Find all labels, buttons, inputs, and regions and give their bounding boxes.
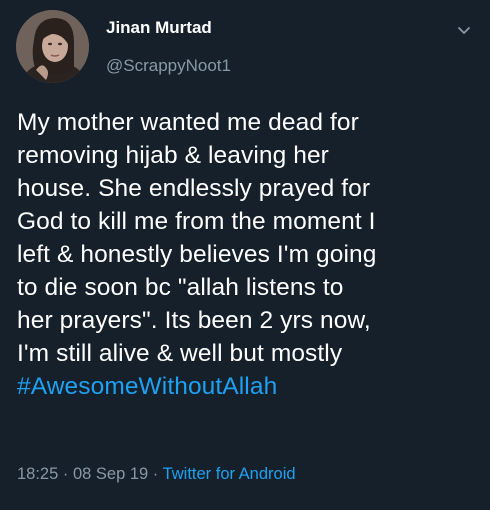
avatar-image xyxy=(16,10,89,83)
meta-separator: · xyxy=(58,465,73,483)
tweet-meta: 18:25 · 08 Sep 19 · Twitter for Android xyxy=(17,465,296,484)
chevron-down-icon[interactable] xyxy=(456,22,472,38)
avatar[interactable] xyxy=(16,10,89,83)
tweet-card: Jinan Murtad @ScrappyNoot1 My mother wan… xyxy=(0,0,490,510)
tweet-time[interactable]: 18:25 xyxy=(17,465,58,483)
user-handle[interactable]: @ScrappyNoot1 xyxy=(106,56,231,76)
meta-separator: · xyxy=(148,465,163,483)
tweet-date[interactable]: 08 Sep 19 xyxy=(73,465,148,483)
tweet-body: My mother wanted me dead for removing hi… xyxy=(17,109,377,367)
tweet-source[interactable]: Twitter for Android xyxy=(163,465,296,483)
tweet-text: My mother wanted me dead for removing hi… xyxy=(17,106,477,403)
display-name[interactable]: Jinan Murtad xyxy=(106,18,212,38)
hashtag-link[interactable]: #AwesomeWithoutAllah xyxy=(17,373,277,400)
